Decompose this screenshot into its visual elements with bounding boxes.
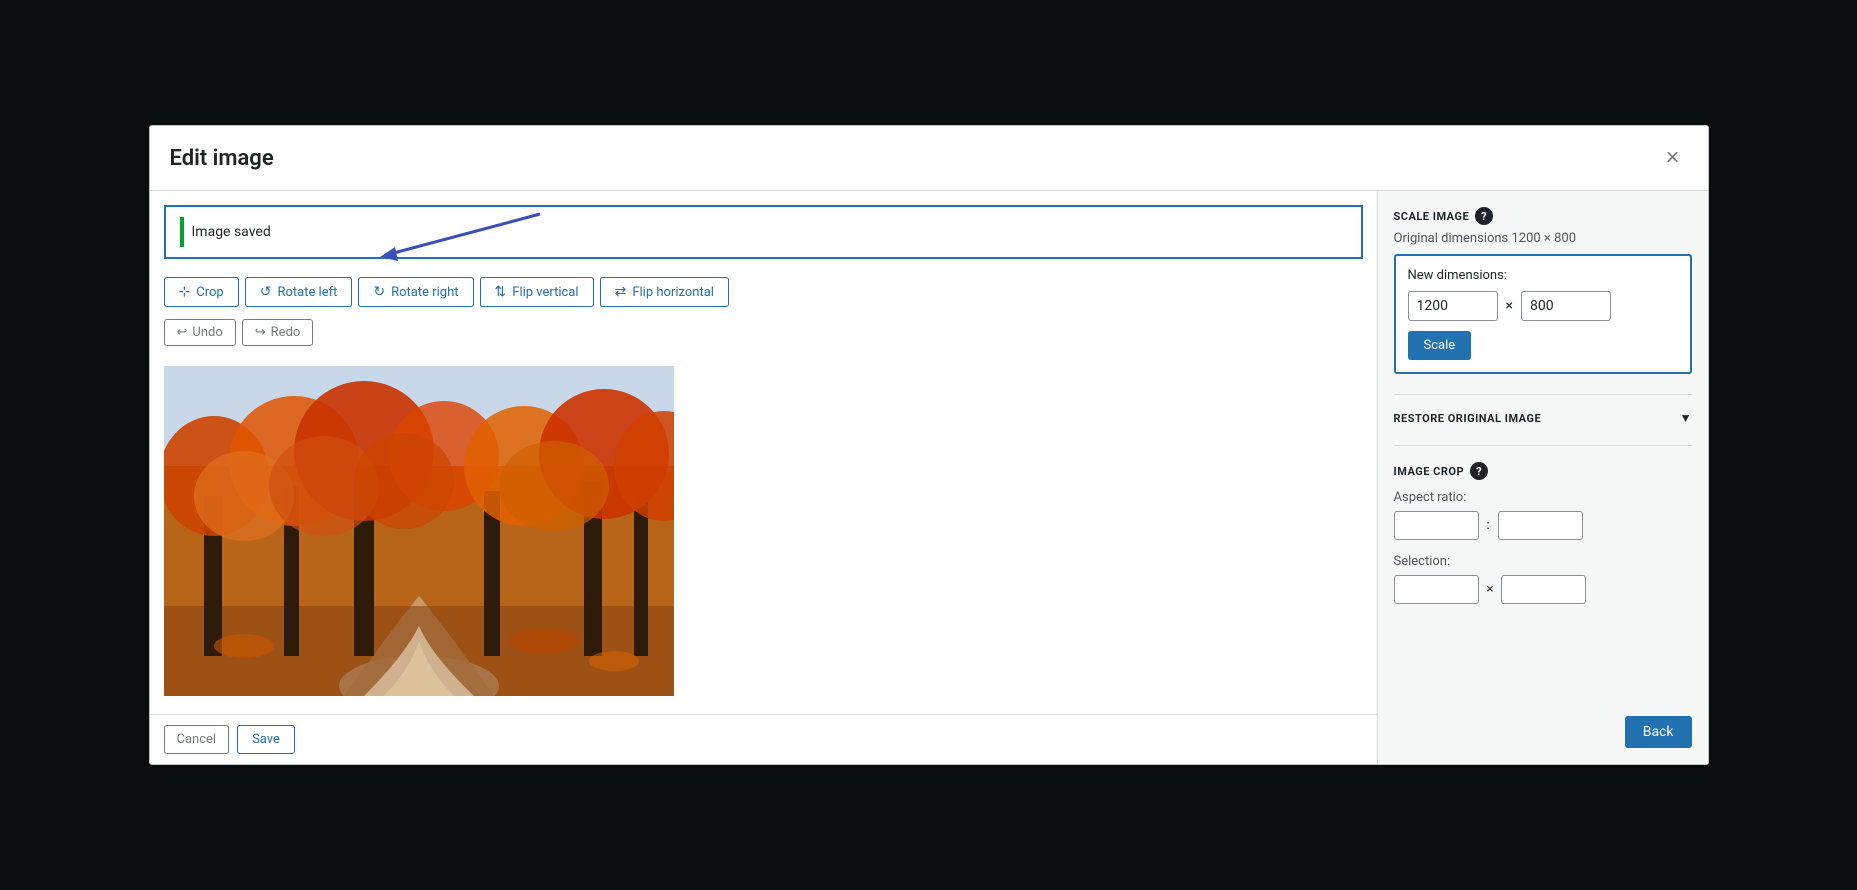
rotate-left-button[interactable]: Rotate left [245, 277, 353, 307]
selection-separator: × [1487, 582, 1494, 597]
save-button[interactable]: Save [237, 725, 295, 754]
scale-image-title: SCALE IMAGE ? [1394, 207, 1692, 225]
aspect-ratio-group: Aspect ratio: : [1394, 490, 1692, 540]
scale-button[interactable]: Scale [1408, 331, 1472, 360]
restore-header[interactable]: RESTORE ORIGINAL IMAGE ▼ [1394, 411, 1692, 425]
selection-height-input[interactable] [1501, 575, 1586, 604]
edit-image-modal: Edit image × Image saved [149, 125, 1709, 765]
sidebar: SCALE IMAGE ? Original dimensions 1200 ×… [1378, 191, 1708, 764]
crop-help-icon[interactable]: ? [1470, 462, 1488, 480]
scale-box: New dimensions: × Scale [1394, 254, 1692, 374]
aspect-ratio-height-input[interactable] [1498, 511, 1583, 540]
scale-help-icon[interactable]: ? [1475, 207, 1493, 225]
back-button-area: Back [1394, 728, 1692, 748]
undo-icon [177, 325, 188, 340]
rotate-right-button[interactable]: Rotate right [358, 277, 473, 307]
cancel-button[interactable]: Cancel [164, 725, 230, 754]
undo-button[interactable]: Undo [164, 319, 236, 346]
modal-header: Edit image × [150, 126, 1708, 191]
flip-vertical-icon [495, 284, 507, 300]
undo-redo-area: Undo Redo [150, 315, 1377, 356]
back-button[interactable]: Back [1625, 716, 1692, 748]
preview-image [164, 366, 674, 696]
modal-overlay: Edit image × Image saved [0, 0, 1857, 890]
aspect-ratio-separator: : [1487, 518, 1490, 533]
new-dimensions-label: New dimensions: [1408, 268, 1678, 283]
flip-horizontal-icon [615, 284, 627, 300]
toolbar: Crop Rotate left Rotate right Flip verti… [150, 269, 1377, 315]
flip-horizontal-button[interactable]: Flip horizontal [600, 277, 729, 307]
image-crop-title: IMAGE CROP ? [1394, 462, 1692, 480]
notification-text: Image saved [192, 224, 271, 240]
aspect-ratio-inputs: : [1394, 511, 1692, 540]
original-dimensions: Original dimensions 1200 × 800 [1394, 231, 1692, 246]
selection-width-input[interactable] [1394, 575, 1479, 604]
crop-button[interactable]: Crop [164, 277, 239, 307]
restore-section: RESTORE ORIGINAL IMAGE ▼ [1394, 394, 1692, 425]
height-input[interactable] [1521, 291, 1611, 321]
selection-label: Selection: [1394, 554, 1692, 569]
main-area: Image saved Crop Ro [150, 191, 1378, 764]
image-area [150, 356, 1377, 714]
restore-title: RESTORE ORIGINAL IMAGE [1394, 412, 1542, 425]
rotate-right-icon [373, 284, 385, 300]
scale-image-section: SCALE IMAGE ? Original dimensions 1200 ×… [1394, 207, 1692, 374]
image-crop-section: IMAGE CROP ? Aspect ratio: : Selection: [1394, 445, 1692, 604]
aspect-ratio-width-input[interactable] [1394, 511, 1479, 540]
width-input[interactable] [1408, 291, 1498, 321]
dimensions-inputs: × [1408, 291, 1678, 321]
chevron-down-icon: ▼ [1680, 411, 1692, 425]
aspect-ratio-label: Aspect ratio: [1394, 490, 1692, 505]
redo-button[interactable]: Redo [242, 319, 314, 346]
modal-body: Image saved Crop Ro [150, 191, 1708, 764]
notification-indicator [180, 217, 184, 247]
dimension-separator: × [1506, 298, 1513, 314]
modal-title: Edit image [170, 146, 274, 171]
redo-icon [255, 325, 266, 340]
modal-footer: Cancel Save [150, 714, 1377, 764]
crop-icon [179, 284, 191, 300]
notification-wrapper: Image saved [150, 191, 1377, 269]
flip-vertical-button[interactable]: Flip vertical [480, 277, 594, 307]
rotate-left-icon [260, 284, 272, 300]
close-button[interactable]: × [1657, 142, 1687, 174]
selection-group: Selection: × [1394, 554, 1692, 604]
selection-inputs: × [1394, 575, 1692, 604]
notification-bar: Image saved [164, 205, 1363, 259]
